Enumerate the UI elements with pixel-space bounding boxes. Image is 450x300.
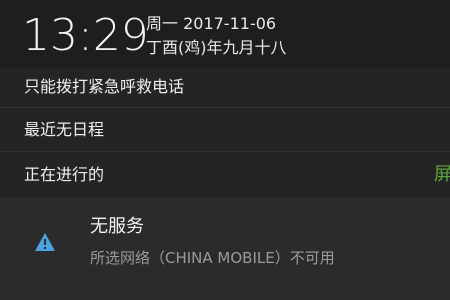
- warning-triangle-icon: [34, 232, 56, 252]
- ongoing-label: 正在进行的: [24, 165, 105, 184]
- ongoing-section-header: 正在进行的 屏: [0, 152, 450, 198]
- notification-subtitle: 所选网络（CHINA MOBILE）不可用: [90, 249, 335, 267]
- emergency-calls-only-label: 只能拨打紧急呼救电话: [24, 77, 185, 96]
- emergency-calls-only-row: 只能拨打紧急呼救电话: [0, 68, 450, 108]
- ongoing-trailing-text[interactable]: 屏: [434, 165, 450, 185]
- notification-title: 无服务: [90, 216, 144, 237]
- schedule-row[interactable]: 最近无日程: [0, 108, 450, 152]
- status-header: 13:29 周一 2017-11-06 丁酉(鸡)年九月十八: [0, 0, 450, 68]
- date-label[interactable]: 周一 2017-11-06: [146, 14, 276, 34]
- no-recent-schedule-label: 最近无日程: [24, 120, 105, 139]
- no-service-notification[interactable]: 无服务 所选网络（CHINA MOBILE）不可用: [0, 198, 450, 300]
- notification-shade: 13:29 周一 2017-11-06 丁酉(鸡)年九月十八 只能拨打紧急呼救电…: [0, 0, 450, 300]
- lunar-date-label: 丁酉(鸡)年九月十八: [146, 38, 287, 57]
- clock[interactable]: 13:29: [22, 10, 149, 62]
